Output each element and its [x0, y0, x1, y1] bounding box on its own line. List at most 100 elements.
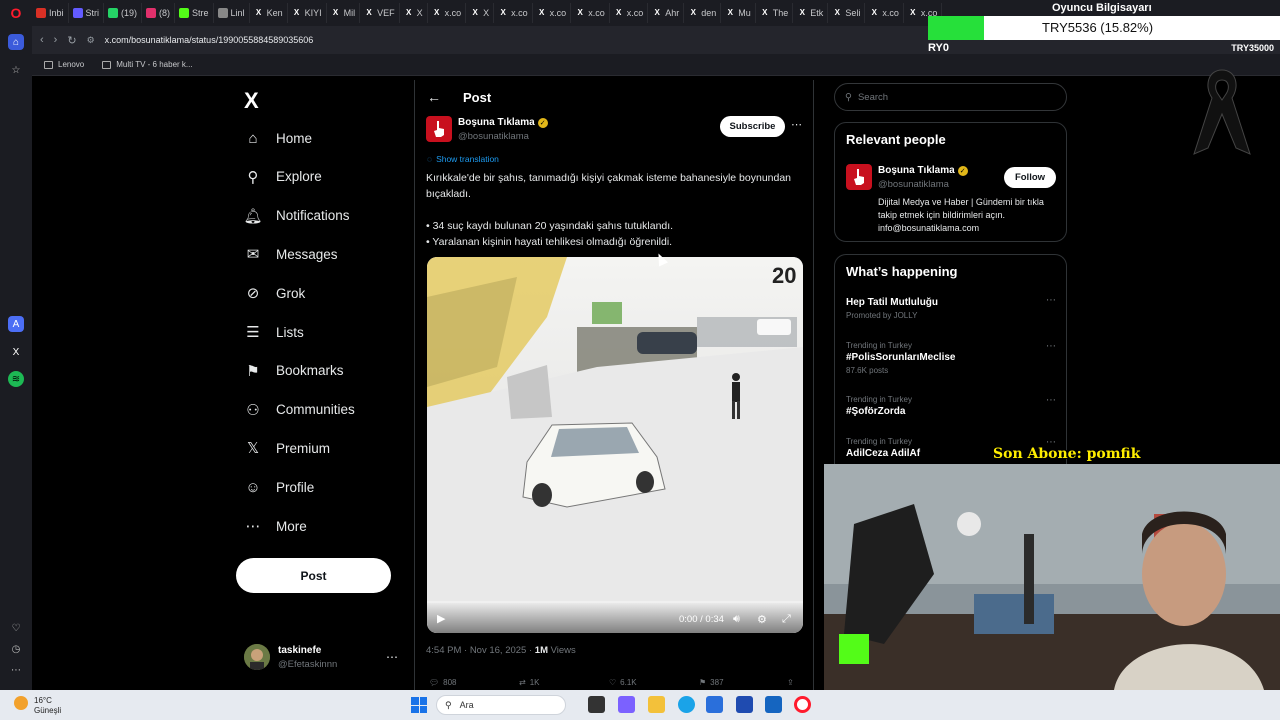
weather-desc: Güneşli — [34, 706, 62, 715]
reply-button[interactable]: 💬︎ 808 — [429, 678, 457, 687]
nav-item-bookmarks[interactable]: ⚑ Bookmarks — [244, 358, 343, 384]
browser-tab[interactable]: XX — [400, 3, 428, 23]
star-icon[interactable]: ☆ — [8, 62, 24, 78]
copilot-icon[interactable] — [618, 696, 635, 713]
search-input[interactable]: ⚲ Search — [834, 83, 1067, 111]
view-count: 1M — [534, 645, 548, 656]
nav-item-messages[interactable]: ✉ Messages — [244, 241, 338, 267]
browser-tab[interactable]: X Seli — [828, 3, 866, 23]
bookmark-multi-tv[interactable]: Multi TV - 6 haber k... — [102, 60, 193, 69]
browser-tab[interactable]: X VEF — [360, 3, 400, 23]
browser-tab[interactable]: Linl — [214, 3, 250, 23]
nav-item-grok[interactable]: ⊘ Grok — [244, 280, 306, 306]
browser-tab[interactable]: Xden — [684, 3, 722, 23]
browser-tab[interactable]: Xx.co — [533, 3, 572, 23]
share-button[interactable]: ⇪ — [787, 678, 794, 687]
fullscreen-icon[interactable]: ⤢ — [782, 613, 791, 626]
volume-icon[interactable]: 🔊︎ — [733, 613, 740, 626]
nav-item-notifications[interactable]: 🔔︎ Notifications — [243, 203, 349, 229]
x-icon[interactable]: X — [8, 344, 24, 360]
heart-icon[interactable]: ♡ — [8, 620, 24, 636]
nav-item-profile[interactable]: ☺ Profile — [244, 474, 314, 500]
bookmark-button[interactable]: ⚑ 387 — [699, 678, 724, 687]
windows-start-icon[interactable] — [411, 697, 427, 713]
browser-tab[interactable]: Xx.co — [428, 3, 467, 23]
browser-tab[interactable]: X Mu — [721, 3, 756, 23]
browser-tab[interactable]: X Ahr — [648, 3, 685, 23]
bookmark-label: Lenovo — [58, 60, 85, 69]
nav-item-home[interactable]: ⌂ Home — [244, 125, 312, 151]
show-translation-link[interactable]: ◌ Show translation — [427, 154, 499, 164]
nav-item-lists[interactable]: ☰ Lists — [244, 319, 304, 345]
file-explorer-icon[interactable] — [648, 696, 665, 713]
author-avatar[interactable] — [426, 116, 452, 142]
trend-item[interactable]: Trending in Turkey #ŞoförZorda ⋯ — [846, 395, 1056, 417]
settings-icon[interactable]: ⚙ — [757, 613, 767, 626]
compose-post-button[interactable]: Post — [236, 558, 391, 593]
taskbar-search[interactable]: ⚲ Ara — [436, 695, 566, 715]
browser-tab[interactable]: X Etk — [793, 3, 829, 23]
back-nav-icon[interactable]: ‹ — [40, 34, 44, 46]
browser-tab[interactable]: (8) — [142, 3, 176, 23]
play-icon[interactable]: ▶ — [437, 612, 445, 625]
nav-item-more[interactable]: ⋯ More — [244, 513, 307, 539]
page-title: Post — [463, 90, 492, 105]
aria-icon[interactable]: A — [8, 316, 24, 332]
more-icon[interactable]: ⋯ — [8, 662, 24, 678]
bookmark-lenovo[interactable]: Lenovo — [44, 60, 84, 69]
browser-tab[interactable]: Xx.co — [610, 3, 649, 23]
edge-icon[interactable] — [678, 696, 695, 713]
account-switcher[interactable]: taskinefe @Efetaskinnn ⋯ — [244, 642, 410, 674]
home-icon[interactable]: ⌂ — [8, 34, 24, 50]
author-handle[interactable]: @bosunatiklama — [458, 131, 529, 142]
subscribe-button[interactable]: Subscribe — [720, 116, 785, 137]
more-icon[interactable]: ⋯ — [386, 650, 398, 664]
like-button[interactable]: ♡ 6.1K — [609, 678, 637, 687]
back-arrow-icon[interactable]: ← — [427, 89, 441, 105]
browser-tab[interactable]: X Ken — [250, 3, 288, 23]
x-icon: X — [690, 8, 696, 17]
task-view-icon[interactable] — [588, 696, 605, 713]
store-icon[interactable] — [706, 696, 723, 713]
opera-menu-icon[interactable]: O — [0, 0, 32, 26]
more-icon[interactable]: ⋯ — [1046, 295, 1056, 306]
browser-tab[interactable]: Xx.co — [494, 3, 533, 23]
trend-item[interactable]: Hep Tatil Mutluluğu Promoted by JOLLY ⋯ — [846, 295, 1056, 320]
browser-tab[interactable]: Stre — [175, 3, 214, 23]
nav-item-explore[interactable]: ⚲ Explore — [244, 164, 322, 190]
tab-label: Mil — [343, 8, 356, 18]
repost-button[interactable]: ⇄ 1K — [519, 678, 540, 687]
trend-name: Hep Tatil Mutluluğu — [846, 297, 939, 308]
spotify-icon[interactable]: ≋ — [8, 371, 24, 387]
follow-button[interactable]: Follow — [1004, 167, 1056, 188]
launcher-icon[interactable] — [736, 696, 753, 713]
author-name[interactable]: Boşuna Tıklama ✓ — [458, 117, 548, 128]
more-icon[interactable]: ⋯ — [1046, 341, 1056, 352]
browser-tab[interactable]: X Mil — [327, 3, 361, 23]
forward-nav-icon[interactable]: › — [54, 34, 58, 46]
opera-taskbar-icon[interactable] — [794, 696, 811, 713]
browser-tab[interactable]: X The — [756, 3, 794, 23]
browser-tab[interactable]: Xx.co — [571, 3, 610, 23]
nav-item-premium[interactable]: 𝕏 Premium — [244, 435, 330, 461]
relevant-person-name[interactable]: Boşuna Tıklama ✓ — [878, 165, 968, 176]
x-logo-icon[interactable]: X — [244, 88, 259, 114]
reload-icon[interactable]: ↻ — [67, 34, 76, 47]
browser-tab[interactable]: Xx.co — [865, 3, 904, 23]
mail-icon[interactable] — [765, 696, 782, 713]
browser-tab[interactable]: XX — [466, 3, 495, 23]
browser-tab[interactable]: X KIYI — [288, 3, 327, 23]
post-more-icon[interactable]: ⋯ — [791, 118, 802, 131]
browser-tab[interactable]: Inbi — [32, 3, 69, 23]
site-info-icon[interactable]: ⚙ — [87, 35, 95, 46]
author-avatar[interactable] — [846, 164, 872, 190]
nav-item-communities[interactable]: ⚇ Communities — [244, 397, 355, 423]
url-field[interactable]: x.com/bosunatiklama/status/1990055884589… — [105, 35, 314, 45]
more-icon[interactable]: ⋯ — [1046, 395, 1056, 406]
browser-tab[interactable]: (19) — [104, 3, 143, 23]
post-timestamp[interactable]: 4:54 PM · Nov 16, 2025 · — [426, 645, 535, 656]
browser-tab[interactable]: Stri — [69, 3, 105, 23]
history-icon[interactable]: ◷ — [8, 641, 24, 657]
post-video[interactable]: 20 ▶ 0:00 / 0:34 🔊︎ ⚙ ⤢ — [427, 257, 803, 633]
trend-item[interactable]: Trending in Turkey #PolisSorunlarıMeclise… — [846, 341, 1056, 375]
